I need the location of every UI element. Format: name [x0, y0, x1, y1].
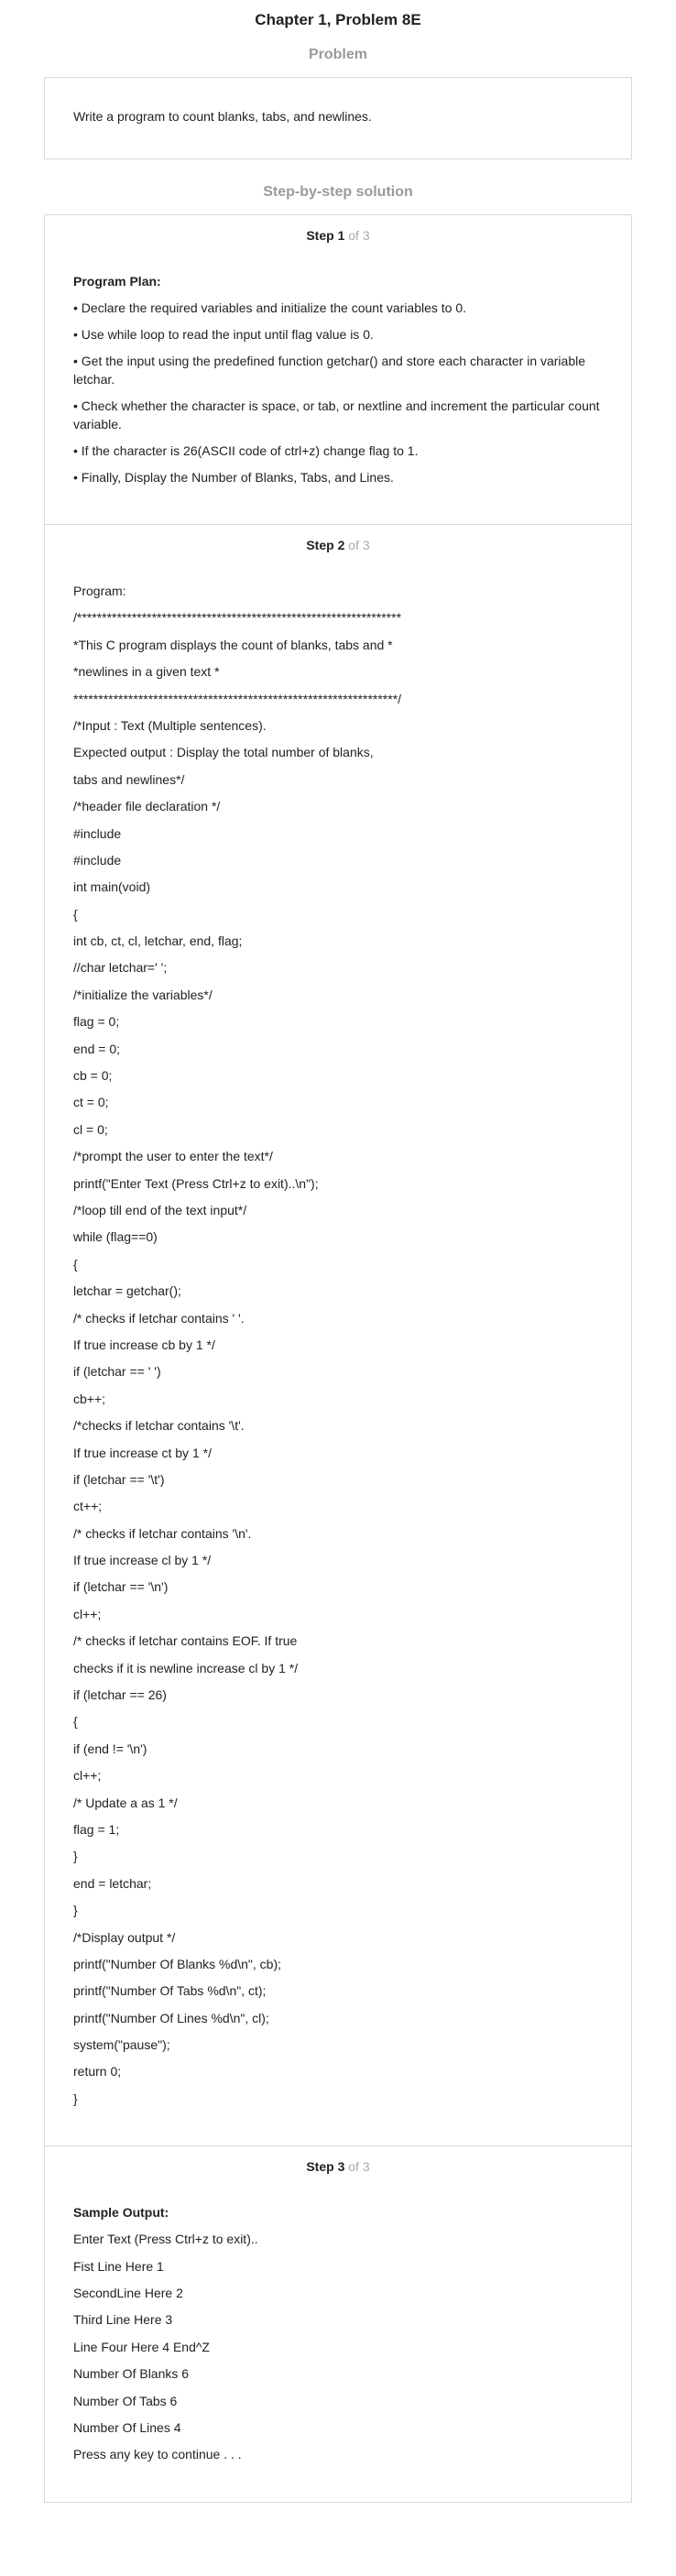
step-line: } [73, 1849, 78, 1864]
step-line: cb++; [73, 1391, 106, 1406]
step-line: /*header file declaration */ [73, 799, 221, 814]
step-line: letchar = getchar(); [73, 1283, 181, 1299]
step-line: ct++; [73, 1499, 103, 1514]
step-line: Third Line Here 3 [73, 2312, 173, 2328]
step-line: • Check whether the character is space, … [73, 398, 604, 431]
step-total: 3 [362, 228, 370, 243]
step-line: SecondLine Here 2 [73, 2286, 183, 2301]
step-line: If true increase cb by 1 */ [73, 1337, 215, 1352]
step-line: Press any key to continue . . . [73, 2447, 242, 2462]
step-line: /***************************************… [73, 610, 402, 626]
step-line: cl++; [73, 1606, 102, 1621]
step-line: { [73, 906, 78, 922]
step-line: • Use while loop to read the input until… [73, 327, 374, 342]
step-heading: Program Plan: [73, 274, 161, 289]
step-line: If true increase cl by 1 */ [73, 1553, 212, 1568]
step-total: 3 [362, 2159, 370, 2175]
step-2: Step 2 of 3 Program: /********************… [45, 524, 631, 2145]
step-1: Step 1 of 3 Program Plan: • Declare the re… [45, 215, 631, 524]
chapter-title: Chapter 1, Problem 8E [255, 11, 421, 28]
step-line: *newlines in a given text * [73, 664, 220, 680]
step-line: } [73, 1903, 78, 1918]
step-line: Number Of Blanks 6 [73, 2366, 190, 2382]
step-line: if (letchar == '\n') [73, 1579, 169, 1595]
problem-box: Write a program to count blanks, tabs, a… [44, 77, 632, 159]
step-line: /*prompt the user to enter the text*/ [73, 1149, 273, 1164]
step-line: /*loop till end of the text input*/ [73, 1202, 247, 1217]
step-line: Number Of Lines 4 [73, 2420, 181, 2435]
step-of-word: of [348, 228, 359, 243]
step-heading: Sample Output: [73, 2205, 169, 2221]
step-line: cb = 0; [73, 1068, 113, 1084]
step-line: flag = 0; [73, 1014, 120, 1030]
step-line: *This C program displays the count of bl… [73, 637, 393, 652]
step-line: //char letchar=' '; [73, 960, 168, 976]
step-line: Expected output : Display the total numb… [73, 745, 374, 760]
step-line: printf("Number Of Tabs %d\n", ct); [73, 1983, 267, 1999]
step-line: #include [73, 825, 122, 841]
step-line: while (flag==0) [73, 1229, 158, 1245]
step-line: • If the character is 26(ASCII code of c… [73, 443, 419, 458]
step-line: /*Input : Text (Multiple sentences). [73, 717, 267, 733]
step-header: Step 3 of 3 [73, 2157, 603, 2176]
step-line: tabs and newlines*/ [73, 771, 185, 787]
step-line: cl++; [73, 1768, 102, 1784]
step-line: } [73, 2090, 78, 2106]
step-number: 1 [337, 228, 345, 243]
step-line: printf("Number Of Blanks %d\n", cb); [73, 1956, 282, 1971]
step-word: Step [306, 228, 334, 243]
step-line: Fist Line Here 1 [73, 2258, 164, 2274]
problem-heading: Problem [308, 47, 367, 62]
step-line: int main(void) [73, 879, 151, 895]
step-line: { [73, 1714, 78, 1730]
step-line: end = 0; [73, 1041, 120, 1056]
solution-heading: Step-by-step solution [263, 184, 413, 200]
step-line: if (letchar == '\t') [73, 1471, 165, 1487]
problem-text: Write a program to count blanks, tabs, a… [73, 109, 372, 124]
step-line: #include [73, 852, 122, 868]
step-line: flag = 1; [73, 1821, 120, 1837]
step-line: Enter Text (Press Ctrl+z to exit).. [73, 2232, 258, 2247]
step-header: Step 1 of 3 [73, 226, 603, 245]
step-line: system("pause"); [73, 2037, 170, 2053]
step-line: checks if it is newline increase cl by 1… [73, 1660, 299, 1675]
solution-box: Step 1 of 3 Program Plan: • Declare the re… [44, 214, 632, 2503]
step-line: printf("Enter Text (Press Ctrl+z to exit… [73, 1175, 319, 1191]
step-3: Step 3 of 3 Sample Output: Enter Text (Pre… [45, 2145, 631, 2502]
step-line: Number Of Tabs 6 [73, 2393, 178, 2408]
step-line: • Get the input using the predefined fun… [73, 354, 589, 387]
step-line: Program: [73, 584, 126, 598]
step-total: 3 [362, 538, 370, 552]
step-line: end = letchar; [73, 1875, 152, 1891]
step-line: return 0; [73, 2064, 122, 2079]
step-line: ct = 0; [73, 1095, 109, 1110]
step-line: int cb, ct, cl, letchar, end, flag; [73, 933, 243, 949]
step-line: • Finally, Display the Number of Blanks,… [73, 470, 394, 485]
step-line: /* Update a as 1 */ [73, 1795, 178, 1810]
step-line: /* checks if letchar contains ' '. [73, 1310, 245, 1326]
step-line: if (end != '\n') [73, 1741, 147, 1756]
step-word: Step [306, 538, 334, 552]
step-line: if (letchar == ' ') [73, 1364, 161, 1380]
step-line: { [73, 1256, 78, 1272]
page: Chapter 1, Problem 8E Problem Write a pr… [0, 0, 676, 2521]
step-line: ****************************************… [73, 691, 402, 706]
step-line: /* checks if letchar contains '\n'. [73, 1525, 252, 1541]
step-header: Step 2 of 3 [73, 536, 603, 554]
step-line: • Declare the required variables and ini… [73, 300, 467, 315]
step-line: If true increase ct by 1 */ [73, 1445, 212, 1460]
step-line: if (letchar == 26) [73, 1687, 167, 1703]
step-of-word: of [348, 2159, 359, 2175]
step-line: /*Display output */ [73, 1929, 176, 1945]
step-line: /*checks if letchar contains '\t'. [73, 1418, 245, 1434]
step-of-word: of [348, 538, 359, 552]
step-line: printf("Number Of Lines %d\n", cl); [73, 2010, 269, 2025]
step-line: Line Four Here 4 End^Z [73, 2339, 210, 2354]
step-number: 3 [337, 2159, 345, 2175]
step-number: 2 [337, 538, 345, 552]
step-line: /*initialize the variables*/ [73, 987, 213, 1002]
step-line: cl = 0; [73, 1121, 108, 1137]
step-line: /* checks if letchar contains EOF. If tr… [73, 1633, 298, 1649]
step-word: Step [306, 2159, 334, 2175]
